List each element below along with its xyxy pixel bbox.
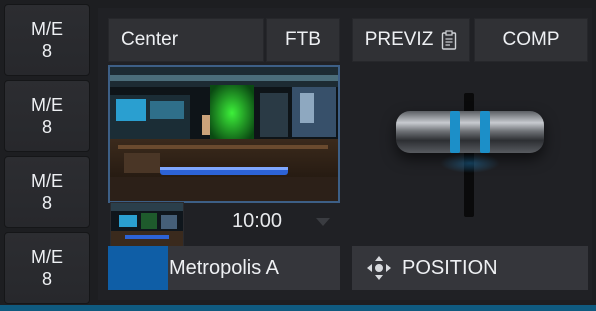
center-button[interactable]: Center [108,18,264,62]
comp-button[interactable]: COMP [474,18,588,62]
previz-button[interactable]: PREVIZ [352,18,470,62]
me-button-label: M/E [30,19,63,39]
me-button-label: M/E [30,171,63,191]
chevron-down-icon[interactable] [316,218,330,226]
transition-duration[interactable]: 10:00 [226,208,288,234]
ftb-label: FTB [285,29,321,50]
t-bar-handle[interactable] [396,111,544,153]
transition-panel: Center FTB PREVIZ COMP 10:00 Metropolis … [98,8,592,300]
me-control-panel: M/E 8 M/E 8 M/E 8 M/E 8 Center FTB PREVI… [0,0,596,311]
me-button-3[interactable]: M/E 8 [4,156,90,228]
center-label: Center [121,29,179,50]
me-button-number: 8 [41,269,52,289]
t-bar[interactable] [352,65,588,241]
me-button-1[interactable]: M/E 8 [4,4,90,76]
comp-label: COMP [502,29,560,50]
source-thumbnail[interactable] [110,202,184,248]
me-button-4[interactable]: M/E 8 [4,232,90,304]
clipboard-icon [441,30,457,50]
source-progress-fill [108,246,169,290]
move-arrows-icon [366,255,392,281]
me-button-label: M/E [30,247,63,267]
position-button[interactable]: POSITION [352,246,588,290]
duration-value: 10:00 [231,209,283,232]
me-button-column: M/E 8 M/E 8 M/E 8 M/E 8 [4,4,90,304]
bottom-accent-line [0,305,596,311]
position-label: POSITION [402,256,498,279]
ftb-button[interactable]: FTB [266,18,340,62]
source-select-bar[interactable]: Metropolis A [108,246,340,290]
t-bar-indicator-left [450,111,460,153]
previz-label: PREVIZ [364,29,434,50]
me-button-number: 8 [41,41,52,61]
me-button-2[interactable]: M/E 8 [4,80,90,152]
preview-thumbnail[interactable] [108,65,340,203]
me-button-label: M/E [30,95,63,115]
t-bar-indicator-right [480,111,490,153]
source-label: Metropolis A [168,256,280,279]
me-button-number: 8 [41,117,52,137]
t-bar-glow [440,153,500,173]
me-button-number: 8 [41,193,52,213]
